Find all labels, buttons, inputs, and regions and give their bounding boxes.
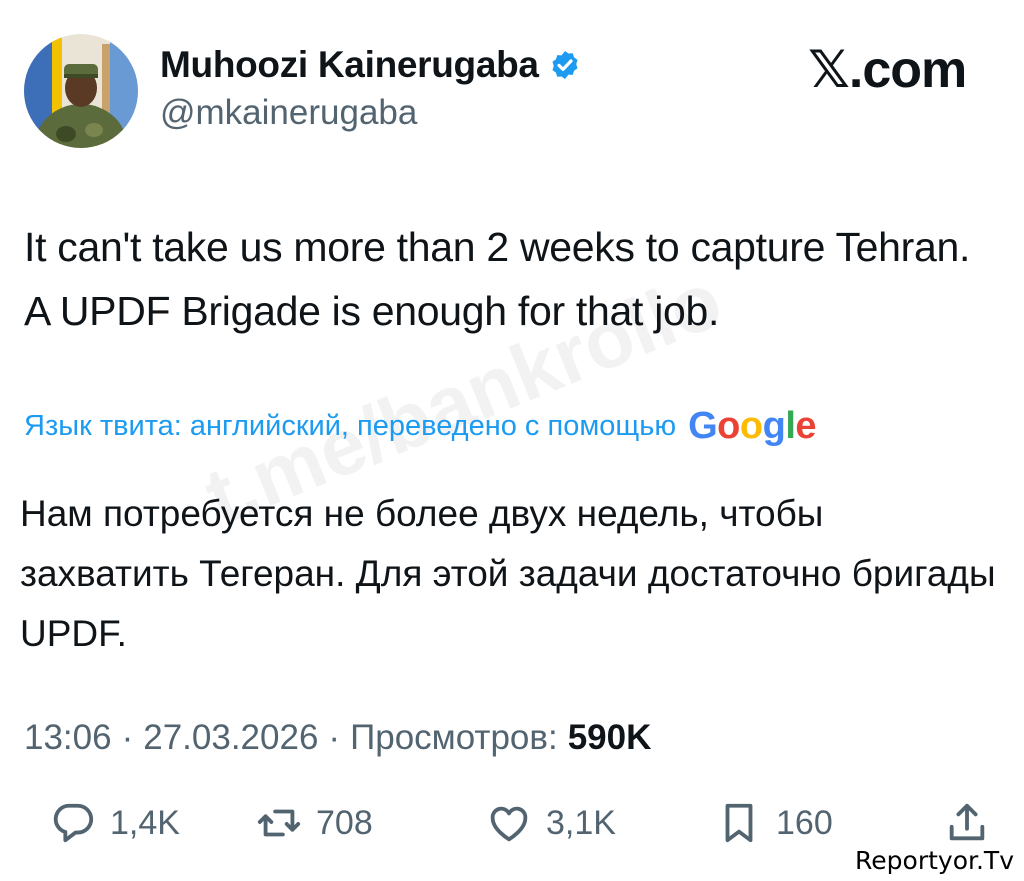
like-button[interactable]: 3,1K bbox=[486, 800, 616, 846]
author-name-row[interactable]: Muhoozi Kainerugaba bbox=[160, 44, 581, 86]
verified-badge-icon bbox=[552, 51, 578, 79]
reply-button[interactable]: 1,4K bbox=[50, 800, 180, 846]
repost-button[interactable]: 708 bbox=[256, 800, 373, 846]
tweet-time[interactable]: 13:06 bbox=[24, 718, 112, 758]
reply-icon bbox=[53, 803, 94, 843]
like-count: 3,1K bbox=[546, 803, 616, 842]
author-handle[interactable]: @mkainerugaba bbox=[160, 93, 417, 133]
tweet-meta: 13:06 · 27.03.2026 · Просмотров: 590K bbox=[24, 718, 651, 758]
avatar-image bbox=[24, 34, 138, 148]
views-label: Просмотров: bbox=[350, 718, 558, 757]
author-name[interactable]: Muhoozi Kainerugaba bbox=[160, 44, 539, 86]
bookmark-button[interactable]: 160 bbox=[716, 800, 833, 846]
share-icon bbox=[949, 803, 985, 841]
views-count: 590K bbox=[567, 718, 652, 757]
source-watermark-label: Reportyor.Tv bbox=[841, 842, 1024, 881]
tweet-date[interactable]: 27.03.2026 bbox=[143, 718, 318, 758]
author-avatar[interactable] bbox=[24, 34, 138, 148]
heart-icon bbox=[490, 806, 528, 842]
translated-text: Нам потребуется не более двух недель, чт… bbox=[20, 493, 996, 654]
reply-count: 1,4K bbox=[110, 803, 180, 842]
repost-icon bbox=[257, 809, 301, 837]
bookmark-icon bbox=[725, 803, 753, 843]
translation-note[interactable]: Язык твита: английский, переведено с пом… bbox=[24, 405, 817, 448]
repost-count: 708 bbox=[316, 803, 373, 842]
bookmark-count: 160 bbox=[776, 803, 833, 842]
meta-separator: · bbox=[328, 718, 341, 757]
x-com-logo: 𝕏.com bbox=[808, 41, 967, 99]
meta-separator: · bbox=[121, 718, 134, 757]
translation-note-text: Язык твита: английский, переведено с пом… bbox=[24, 410, 677, 442]
share-button[interactable] bbox=[944, 800, 990, 846]
google-logo: Google bbox=[688, 405, 817, 447]
tweet-text: It can't take us more than 2 weeks to ca… bbox=[24, 224, 971, 334]
